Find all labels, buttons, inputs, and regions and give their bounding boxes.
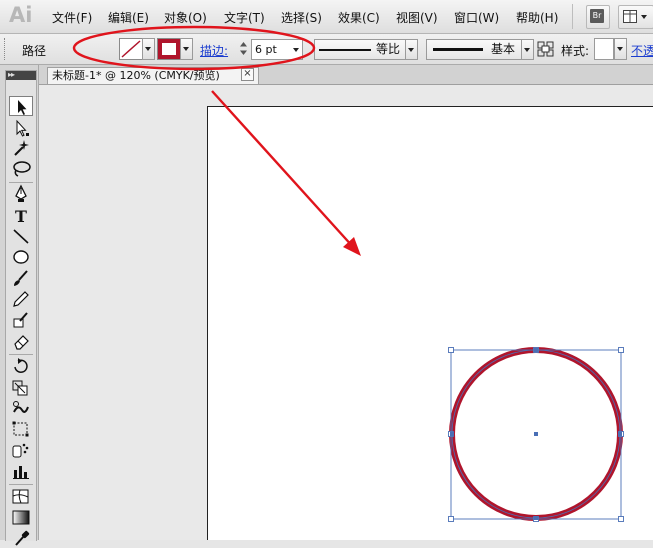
ellipse-icon [13,250,29,264]
menu-object[interactable]: 对象(O) [164,9,207,26]
menu-bar: Ai 文件(F) 编辑(E) 对象(O) 文字(T) 选择(S) 效果(C) 视… [0,0,653,34]
paintbrush-icon [14,270,28,286]
width-profile-dropdown[interactable] [405,39,418,60]
recolor-grid-icon [537,41,554,57]
column-graph-icon [13,466,29,479]
fill-dropdown[interactable] [142,38,155,60]
stepper-arrows-icon [240,42,247,55]
eyedropper-icon [15,530,30,546]
width-profile-label: 等比 [376,42,401,56]
stroke-weight-stepper[interactable] [238,40,249,57]
menu-file[interactable]: 文件(F) [52,9,92,26]
menu-effect[interactable]: 效果(C) [338,9,380,26]
profile-preview-line [319,49,371,51]
menu-type[interactable]: 文字(T) [224,9,265,26]
brush-definition-dropdown[interactable] [521,39,534,60]
no-fill-icon [121,40,141,58]
symbol-sprayer-tool[interactable] [9,440,33,460]
pen-nib-icon [15,184,27,202]
eyedropper-tool[interactable] [9,528,33,548]
free-transform-tool[interactable] [9,419,33,439]
menu-edit[interactable]: 编辑(E) [108,9,149,26]
lasso-icon [13,161,31,177]
app-logo: Ai [9,3,33,27]
style-label: 样式: [561,44,590,58]
rotate-tool[interactable] [9,356,33,376]
opacity-panel-link[interactable]: 不透 [631,42,653,59]
menu-help[interactable]: 帮助(H) [516,9,558,26]
ellipse-tool[interactable] [9,247,33,267]
document-tab-bar: 未标题-1* @ 120% (CMYK/预览) × [39,65,653,85]
direct-selection-tool[interactable] [9,118,33,138]
lasso-tool[interactable] [9,159,33,179]
toolbox: ▸▸ T [5,70,37,546]
mesh-tool[interactable] [9,486,33,506]
svg-text:T: T [15,207,27,225]
toolbox-collapse-icon[interactable]: ▸▸ [6,71,36,80]
free-transform-icon [12,421,29,437]
pencil-tool[interactable] [9,289,33,309]
type-tool[interactable]: T [9,205,33,225]
pen-tool[interactable] [9,184,33,204]
scale-tool[interactable] [9,377,33,397]
magic-wand-icon [14,140,29,156]
warp-icon [13,401,29,413]
eraser-tool[interactable] [9,331,33,351]
mesh-icon [12,489,29,504]
menu-separator [572,4,573,29]
stroke-panel-link[interactable]: 描边: [200,42,228,59]
stroke-weight-value: 6 pt [255,43,277,56]
selection-arrow-icon [18,100,27,115]
toolbox-divider [9,182,33,183]
brush-preview-line [433,48,483,51]
blob-brush-tool[interactable] [9,310,33,330]
menu-view[interactable]: 视图(V) [396,9,438,26]
bridge-button[interactable]: Br [586,5,610,29]
warp-tool[interactable] [9,398,33,418]
direct-selection-icon [16,119,29,137]
width-profile-select[interactable]: 等比 [314,39,406,60]
eraser-icon [14,335,29,350]
gradient-tool[interactable] [9,507,33,527]
rotate-icon [14,358,28,373]
document-tab-title: 未标题-1* @ 120% (CMYK/预览) [52,69,220,82]
scale-icon [12,380,28,396]
menu-window[interactable]: 窗口(W) [454,9,499,26]
line-segment-tool[interactable] [9,226,33,246]
arrange-documents-icon [623,10,647,23]
type-t-icon: T [15,207,27,225]
menu-select[interactable]: 选择(S) [281,9,322,26]
context-label: 路径 [22,44,47,58]
stroke-weight-field[interactable]: 6 pt [251,39,303,60]
stroke-dropdown[interactable] [180,38,193,60]
toolbox-divider [9,484,33,485]
selection-tool[interactable] [9,96,33,116]
close-tab-icon[interactable]: × [241,68,254,81]
document-tab[interactable]: 未标题-1* @ 120% (CMYK/预览) [47,67,259,84]
gradient-icon [12,510,30,525]
graphic-style-swatch[interactable] [594,38,614,60]
graphic-style-dropdown[interactable] [614,38,627,60]
paintbrush-tool[interactable] [9,268,33,288]
line-segment-icon [13,229,29,244]
pencil-icon [13,291,29,307]
magic-wand-tool[interactable] [9,138,33,158]
chevron-down-icon [293,48,299,52]
stroke-color-icon [158,39,180,59]
bridge-icon: Br [590,9,604,23]
brush-definition-select[interactable]: 基本 [426,39,522,60]
blob-brush-icon [13,312,28,328]
arrange-documents-button[interactable] [618,5,653,29]
column-graph-tool[interactable] [9,461,33,481]
fill-swatch[interactable] [119,38,143,60]
toolbox-divider [9,354,33,355]
stroke-swatch[interactable] [157,38,181,60]
artboard[interactable] [207,106,653,540]
recolor-artwork-button[interactable] [537,41,554,57]
symbol-sprayer-icon [12,443,29,458]
control-bar: 路径 描边: 6 pt 等比 基本 样式: 不透 [0,34,653,65]
panel-grip [4,38,8,60]
brush-definition-label: 基本 [491,42,516,56]
